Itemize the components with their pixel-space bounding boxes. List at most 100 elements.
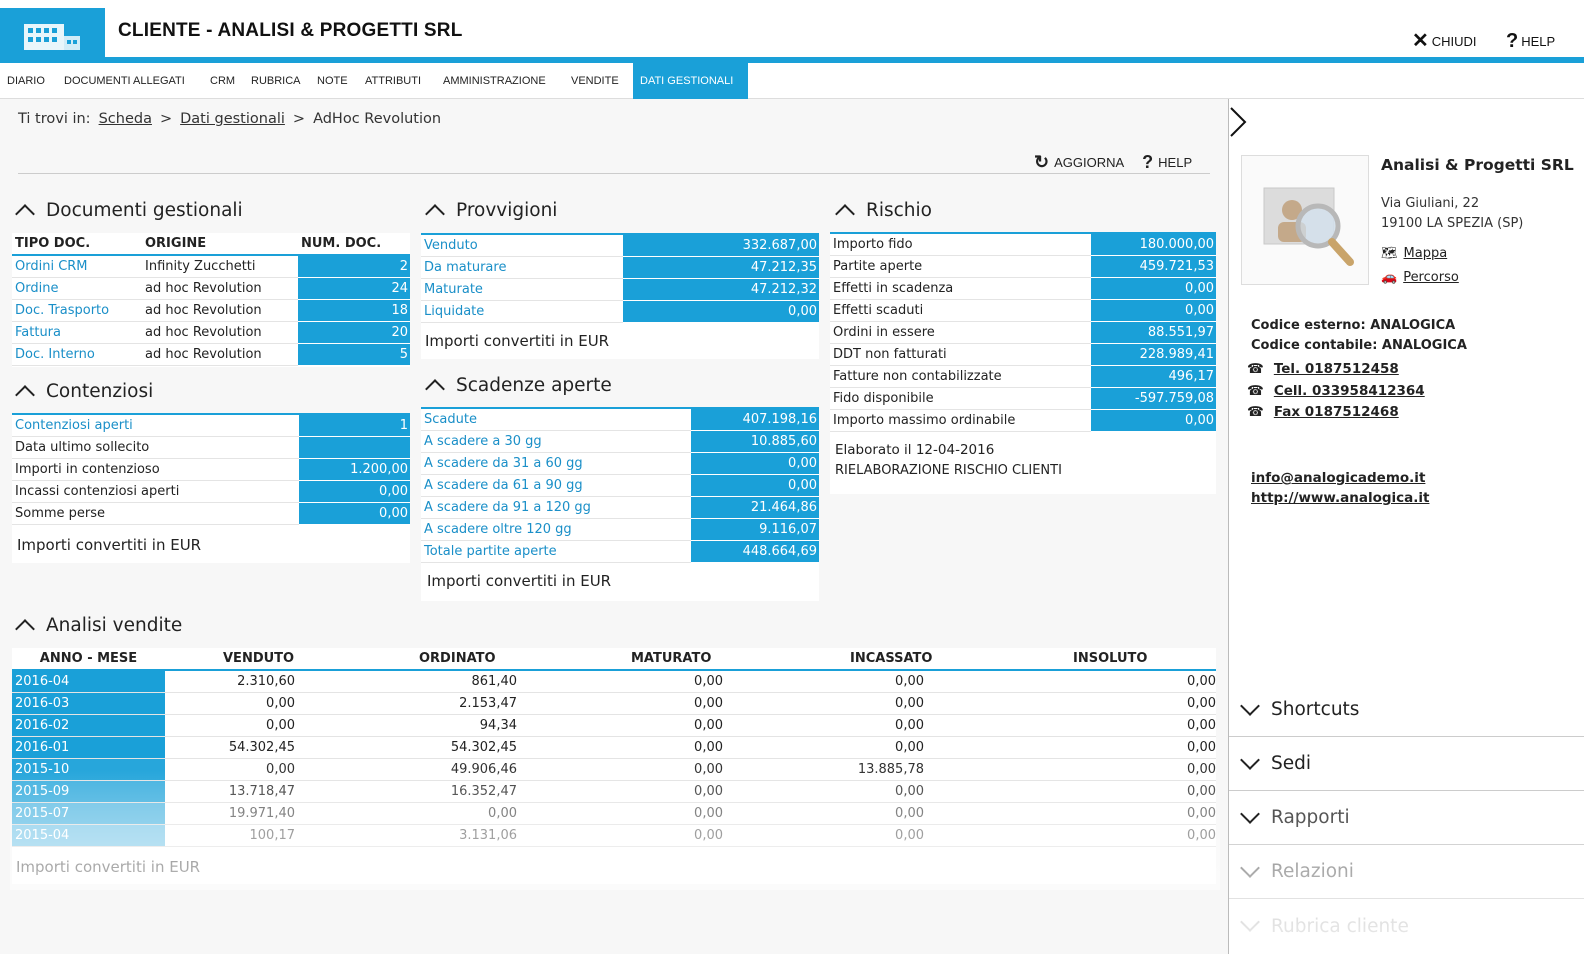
rischio-value: 0,00 xyxy=(1091,277,1216,300)
rischio-section-toggle[interactable]: Rischio xyxy=(834,200,932,224)
help-icon: ? xyxy=(1142,152,1154,172)
provvigioni-section-toggle[interactable]: Provvigioni xyxy=(424,200,557,224)
anno-mese-cell[interactable]: 2016-04 xyxy=(12,670,165,693)
contenziosi-value: 0,00 xyxy=(299,502,410,525)
app-header: CLIENTE - ANALISI & PROGETTI SRL ✕ CHIUD… xyxy=(0,0,1584,63)
table-row: Fatture non contabilizzate 496,17 xyxy=(830,365,1216,388)
section-sedi[interactable]: Sedi xyxy=(1229,737,1584,791)
tab-note[interactable]: NOTE xyxy=(310,63,355,99)
breadcrumb-current: AdHoc Revolution xyxy=(313,111,442,127)
contact-photo-placeholder xyxy=(1241,155,1369,285)
tab-vendite[interactable]: VENDITE xyxy=(564,63,626,99)
tab-documenti-allegati[interactable]: DOCUMENTI ALLEGATI xyxy=(57,63,192,99)
cell-link[interactable]: ☎ Cell. 033958412364 xyxy=(1247,383,1425,399)
content-help-button[interactable]: ? HELP xyxy=(1142,152,1192,173)
section-shortcuts[interactable]: Shortcuts xyxy=(1229,683,1584,737)
scadenze-label[interactable]: A scadere da 31 a 60 gg xyxy=(421,452,691,475)
anno-mese-cell[interactable]: 2016-01 xyxy=(12,736,165,759)
vendite-value-cell: 0,00 xyxy=(165,758,353,781)
chevron-down-icon xyxy=(1240,749,1260,770)
doc-tipo-link[interactable]: Doc. Interno xyxy=(12,343,142,366)
documenti-title: Documenti gestionali xyxy=(46,200,243,221)
rischio-label: Ordini in essere xyxy=(830,321,1091,344)
breadcrumb-dati-gestionali[interactable]: Dati gestionali xyxy=(180,111,285,127)
provvigioni-label[interactable]: Maturate xyxy=(421,278,623,301)
table-row: Fido disponibile -597.759,08 xyxy=(830,387,1216,410)
table-row: 2016-01 54.302,45 54.302,45 0,00 0,00 0,00 xyxy=(12,736,1216,759)
table-row: Ordini CRM Infinity Zucchetti 2 xyxy=(12,255,410,278)
provvigioni-label[interactable]: Da maturare xyxy=(421,256,623,279)
anno-mese-cell[interactable]: 2016-03 xyxy=(12,692,165,715)
rischio-label: Effetti in scadenza xyxy=(830,277,1091,300)
scadenze-label[interactable]: A scadere oltre 120 gg xyxy=(421,518,691,541)
scadenze-value: 0,00 xyxy=(691,452,819,475)
doc-tipo-link[interactable]: Fattura xyxy=(12,321,142,344)
anno-mese-cell[interactable]: 2015-04 xyxy=(12,824,165,847)
tab-diario[interactable]: DIARIO xyxy=(0,63,52,99)
doc-origine: ad hoc Revolution xyxy=(142,277,298,300)
map-label: Mappa xyxy=(1403,246,1448,261)
table-row: Incassi contenziosi aperti 0,00 xyxy=(12,480,410,503)
chevron-down-icon xyxy=(1240,857,1260,878)
page-title: CLIENTE - ANALISI & PROGETTI SRL xyxy=(118,20,463,41)
refresh-button[interactable]: ↻ AGGIORNA xyxy=(1034,152,1124,173)
scadenze-label[interactable]: A scadere a 30 gg xyxy=(421,430,691,453)
doc-tipo-link[interactable]: Ordine xyxy=(12,277,142,300)
tel-link[interactable]: ☎ Tel. 0187512458 xyxy=(1247,361,1399,377)
company-logo[interactable] xyxy=(0,8,105,60)
vendite-section-toggle[interactable]: Analisi vendite xyxy=(14,615,182,639)
anno-mese-cell[interactable]: 2015-09 xyxy=(12,780,165,803)
section-rubrica-cliente[interactable]: Rubrica cliente xyxy=(1229,899,1584,953)
fax-link[interactable]: ☎ Fax 0187512468 xyxy=(1247,404,1399,420)
vendite-value-cell: 19.971,40 xyxy=(165,802,353,825)
provvigioni-panel: Venduto 332.687,00 Da maturare 47.212,35… xyxy=(421,233,819,359)
vendite-value-cell: 0,00 xyxy=(776,802,1006,825)
doc-origine: Infinity Zucchetti xyxy=(142,255,298,278)
anno-mese-cell[interactable]: 2016-02 xyxy=(12,714,165,737)
scadenze-label[interactable]: Totale partite aperte xyxy=(421,540,691,563)
scadenze-label[interactable]: A scadere da 61 a 90 gg xyxy=(421,474,691,497)
tab-rubrica[interactable]: RUBRICA xyxy=(244,63,308,99)
table-row: Effetti in scadenza 0,00 xyxy=(830,277,1216,300)
breadcrumb-scheda[interactable]: Scheda xyxy=(99,111,152,127)
anno-mese-cell[interactable]: 2015-10 xyxy=(12,758,165,781)
doc-tipo-link[interactable]: Doc. Trasporto xyxy=(12,299,142,322)
provvigioni-label[interactable]: Liquidate xyxy=(421,300,623,323)
section-label: Rapporti xyxy=(1271,807,1350,828)
rischio-label: DDT non fatturati xyxy=(830,343,1091,366)
website-link[interactable]: http://www.analogica.it xyxy=(1251,490,1429,506)
map-link[interactable]: 🗺 Mappa xyxy=(1381,246,1447,261)
doc-tipo-link[interactable]: Ordini CRM xyxy=(12,255,142,278)
codice-contabile: Codice contabile: ANALOGICA xyxy=(1251,338,1467,353)
contenziosi-aperti-link[interactable]: Contenziosi aperti xyxy=(12,414,299,437)
section-rapporti[interactable]: Rapporti xyxy=(1229,791,1584,845)
scadenze-label[interactable]: A scadere da 91 a 120 gg xyxy=(421,496,691,519)
contenziosi-section-toggle[interactable]: Contenziosi xyxy=(14,381,153,405)
rischio-label: Effetti scaduti xyxy=(830,299,1091,322)
close-button[interactable]: ✕ CHIUDI xyxy=(1412,31,1477,51)
provvigioni-label[interactable]: Venduto xyxy=(421,234,623,257)
anno-mese-cell[interactable]: 2015-07 xyxy=(12,802,165,825)
documenti-section-toggle[interactable]: Documenti gestionali xyxy=(14,200,243,224)
col-num-doc: NUM. DOC. xyxy=(298,233,410,256)
vendite-value-cell: 0,00 xyxy=(165,692,353,715)
scadenze-label[interactable]: Scadute xyxy=(421,408,691,431)
scadenze-value: 9.116,07 xyxy=(691,518,819,541)
tab-dati-gestionali[interactable]: DATI GESTIONALI xyxy=(633,63,748,99)
section-relazioni[interactable]: Relazioni xyxy=(1229,845,1584,899)
email-link[interactable]: info@analogicademo.it xyxy=(1251,470,1425,486)
doc-num: 2 xyxy=(298,255,410,278)
chevron-up-icon xyxy=(425,379,445,399)
contenziosi-note: Importi convertiti in EUR xyxy=(17,536,202,554)
tab-crm[interactable]: CRM xyxy=(203,63,242,99)
tab-amministrazione[interactable]: AMMINISTRAZIONE xyxy=(436,63,553,99)
help-button[interactable]: ? HELP xyxy=(1506,31,1555,51)
rischio-value: 180.000,00 xyxy=(1091,233,1216,256)
scadenze-section-toggle[interactable]: Scadenze aperte xyxy=(424,375,612,399)
route-link[interactable]: 🚗 Percorso xyxy=(1381,270,1459,285)
rischio-panel: Importo fido 180.000,00 Partite aperte 4… xyxy=(830,232,1216,494)
chevron-up-icon xyxy=(15,619,35,639)
tab-attributi[interactable]: ATTRIBUTI xyxy=(358,63,428,99)
collapse-sidebar-icon[interactable] xyxy=(1229,105,1249,139)
vendite-value-cell: 0,00 xyxy=(1006,802,1216,825)
